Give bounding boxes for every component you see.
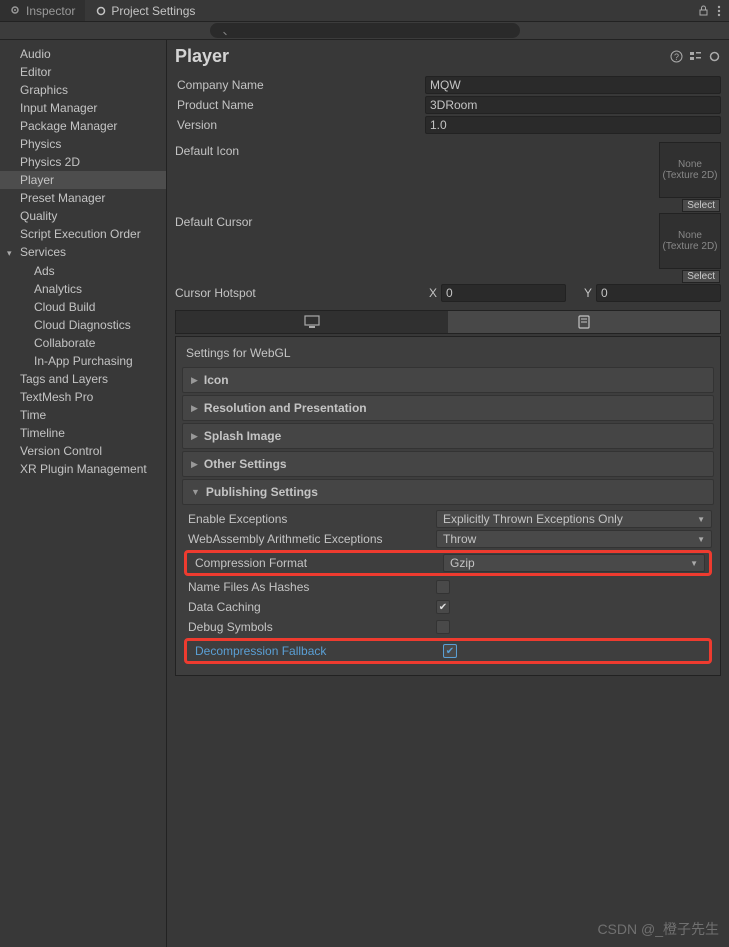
data-caching-label: Data Caching bbox=[184, 600, 436, 614]
chevron-right-icon: ▶ bbox=[191, 403, 198, 414]
fold-splash[interactable]: ▶Splash Image bbox=[182, 423, 714, 449]
monitor-icon bbox=[304, 315, 320, 329]
default-cursor-field[interactable]: None (Texture 2D) Select bbox=[659, 213, 721, 269]
sidebar-item-script-execution-order[interactable]: Script Execution Order bbox=[0, 225, 166, 243]
tab-label: Project Settings bbox=[111, 4, 195, 18]
chevron-down-icon: ▼ bbox=[697, 535, 705, 544]
sidebar-item-input-manager[interactable]: Input Manager bbox=[0, 99, 166, 117]
data-caching-checkbox[interactable]: ✔ bbox=[436, 600, 450, 614]
preset-icon[interactable] bbox=[689, 50, 702, 63]
sidebar-item-services[interactable]: Services bbox=[0, 243, 166, 262]
decomp-fallback-label: Decompression Fallback bbox=[191, 644, 443, 658]
chevron-right-icon: ▶ bbox=[191, 459, 198, 470]
page-title: Player bbox=[175, 46, 229, 67]
settings-for-label: Settings for WebGL bbox=[176, 341, 720, 365]
sidebar-item-in-app-purchasing[interactable]: In-App Purchasing bbox=[0, 352, 166, 370]
name-hashes-label: Name Files As Hashes bbox=[184, 580, 436, 594]
select-button[interactable]: Select bbox=[682, 270, 720, 283]
enable-exceptions-dropdown[interactable]: Explicitly Thrown Exceptions Only▼ bbox=[436, 510, 712, 528]
gear-icon bbox=[95, 5, 107, 17]
compression-dropdown[interactable]: Gzip▼ bbox=[443, 554, 705, 572]
sidebar-item-textmesh-pro[interactable]: TextMesh Pro bbox=[0, 388, 166, 406]
y-label: Y bbox=[580, 286, 596, 300]
version-input[interactable] bbox=[425, 116, 721, 134]
hotspot-x-input[interactable] bbox=[441, 284, 566, 302]
sidebar-item-timeline[interactable]: Timeline bbox=[0, 424, 166, 442]
wasm-arith-dropdown[interactable]: Throw▼ bbox=[436, 530, 712, 548]
sidebar-item-quality[interactable]: Quality bbox=[0, 207, 166, 225]
default-cursor-label: Default Cursor bbox=[175, 213, 425, 269]
version-label: Version bbox=[175, 118, 425, 132]
select-button[interactable]: Select bbox=[682, 199, 720, 212]
sidebar-item-package-manager[interactable]: Package Manager bbox=[0, 117, 166, 135]
hotspot-y-input[interactable] bbox=[596, 284, 721, 302]
lock-icon[interactable] bbox=[698, 5, 709, 17]
platform-tab-standalone[interactable] bbox=[176, 311, 448, 333]
sidebar-item-editor[interactable]: Editor bbox=[0, 63, 166, 81]
default-icon-label: Default Icon bbox=[175, 142, 425, 198]
sidebar-item-time[interactable]: Time bbox=[0, 406, 166, 424]
sidebar-item-analytics[interactable]: Analytics bbox=[0, 280, 166, 298]
sidebar: AudioEditorGraphicsInput ManagerPackage … bbox=[0, 40, 167, 947]
default-icon-field[interactable]: None (Texture 2D) Select bbox=[659, 142, 721, 198]
tab-project-settings[interactable]: Project Settings bbox=[85, 0, 205, 21]
name-hashes-checkbox[interactable] bbox=[436, 580, 450, 594]
sidebar-item-tags-and-layers[interactable]: Tags and Layers bbox=[0, 370, 166, 388]
sidebar-item-audio[interactable]: Audio bbox=[0, 45, 166, 63]
wasm-arith-label: WebAssembly Arithmetic Exceptions bbox=[184, 532, 436, 546]
help-icon[interactable]: ? bbox=[670, 50, 683, 63]
watermark: CSDN @_橙子先生 bbox=[597, 919, 719, 939]
tab-inspector[interactable]: Inspector bbox=[0, 0, 85, 21]
sidebar-item-graphics[interactable]: Graphics bbox=[0, 81, 166, 99]
enable-exceptions-label: Enable Exceptions bbox=[184, 512, 436, 526]
webgl-icon bbox=[577, 315, 591, 329]
sidebar-item-cloud-build[interactable]: Cloud Build bbox=[0, 298, 166, 316]
chevron-right-icon: ▶ bbox=[191, 375, 198, 386]
x-label: X bbox=[425, 286, 441, 300]
chevron-down-icon: ▼ bbox=[191, 487, 200, 497]
sidebar-item-xr-plugin-management[interactable]: XR Plugin Management bbox=[0, 460, 166, 478]
sidebar-item-preset-manager[interactable]: Preset Manager bbox=[0, 189, 166, 207]
highlight-compression: Compression Format Gzip▼ bbox=[184, 550, 712, 576]
product-name-label: Product Name bbox=[175, 98, 425, 112]
compression-label: Compression Format bbox=[191, 556, 443, 570]
sidebar-item-physics-2d[interactable]: Physics 2D bbox=[0, 153, 166, 171]
sidebar-item-cloud-diagnostics[interactable]: Cloud Diagnostics bbox=[0, 316, 166, 334]
chevron-right-icon: ▶ bbox=[191, 431, 198, 442]
company-name-input[interactable] bbox=[425, 76, 721, 94]
search-input[interactable] bbox=[210, 23, 520, 38]
cursor-hotspot-label: Cursor Hotspot bbox=[175, 286, 425, 300]
debug-symbols-label: Debug Symbols bbox=[184, 620, 436, 634]
svg-text:?: ? bbox=[674, 52, 679, 62]
company-name-label: Company Name bbox=[175, 78, 425, 92]
inspector-icon bbox=[10, 5, 22, 17]
sidebar-item-ads[interactable]: Ads bbox=[0, 262, 166, 280]
menu-icon[interactable] bbox=[717, 5, 721, 17]
sidebar-item-version-control[interactable]: Version Control bbox=[0, 442, 166, 460]
platform-tab-webgl[interactable] bbox=[448, 311, 720, 333]
fold-icon[interactable]: ▶Icon bbox=[182, 367, 714, 393]
tab-label: Inspector bbox=[26, 4, 75, 18]
fold-other[interactable]: ▶Other Settings bbox=[182, 451, 714, 477]
chevron-down-icon: ▼ bbox=[697, 515, 705, 524]
chevron-down-icon: ▼ bbox=[690, 559, 698, 568]
sidebar-item-physics[interactable]: Physics bbox=[0, 135, 166, 153]
sidebar-item-player[interactable]: Player bbox=[0, 171, 166, 189]
fold-resolution[interactable]: ▶Resolution and Presentation bbox=[182, 395, 714, 421]
product-name-input[interactable] bbox=[425, 96, 721, 114]
gear-icon[interactable] bbox=[708, 50, 721, 63]
decomp-fallback-checkbox[interactable]: ✔ bbox=[443, 644, 457, 658]
debug-symbols-checkbox[interactable] bbox=[436, 620, 450, 634]
sidebar-item-collaborate[interactable]: Collaborate bbox=[0, 334, 166, 352]
fold-publishing[interactable]: ▼Publishing Settings bbox=[182, 479, 714, 505]
highlight-decompression: Decompression Fallback ✔ bbox=[184, 638, 712, 664]
